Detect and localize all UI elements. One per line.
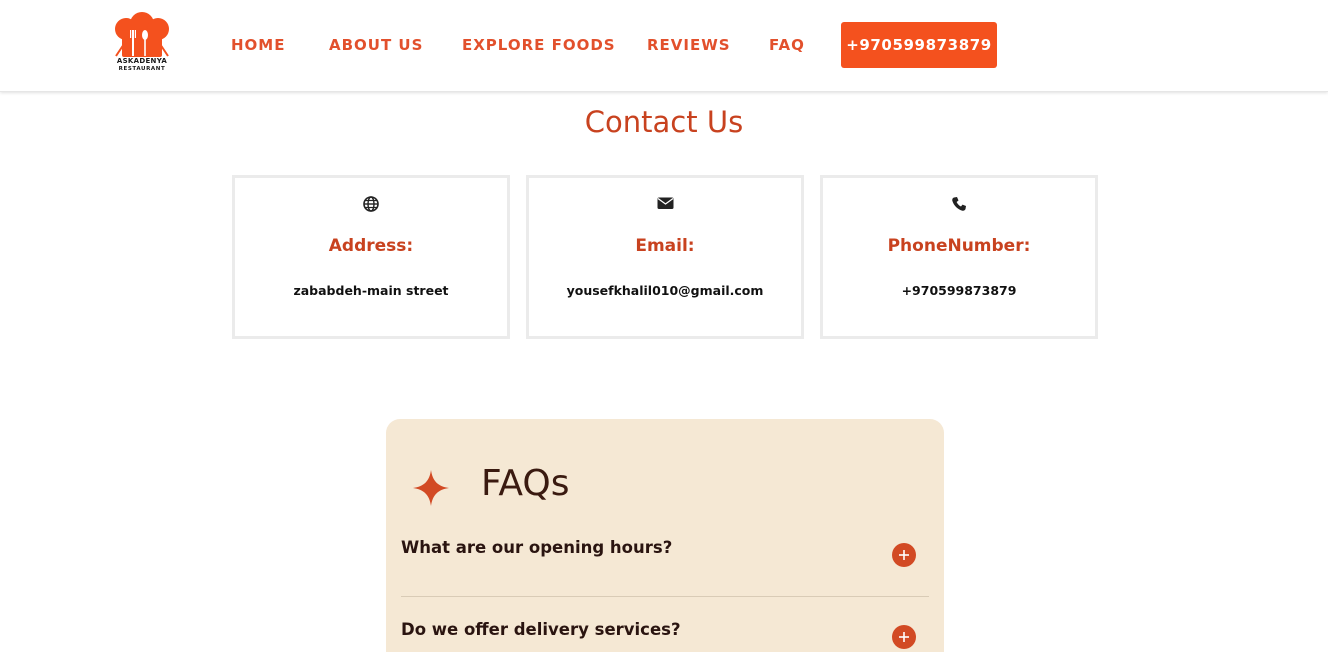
logo-name: ASKADENYA xyxy=(116,57,168,65)
faq-question[interactable]: Do we offer delivery services? xyxy=(401,620,681,639)
phone-icon xyxy=(952,197,966,211)
nav-about-us[interactable]: ABOUT US xyxy=(329,36,423,54)
address-heading: Address: xyxy=(328,236,414,256)
phone-call-button[interactable]: +970599873879 xyxy=(841,22,997,68)
nav-faq[interactable]: FAQ xyxy=(769,36,805,54)
faq-divider xyxy=(401,596,929,597)
chef-hat-icon xyxy=(115,12,169,57)
expand-plus-icon[interactable] xyxy=(892,625,916,649)
email-card: Email: yousefkhalil010@gmail.com xyxy=(526,175,804,339)
site-header: ASKADENYA RESTAURANT HOME ABOUT US EXPLO… xyxy=(0,0,1328,92)
email-heading: Email: xyxy=(635,236,695,256)
sparkle-star-icon xyxy=(413,470,449,506)
faq-panel: FAQs What are our opening hours? Do we o… xyxy=(386,419,944,652)
faq-title: FAQs xyxy=(481,463,570,504)
nav-explore-foods[interactable]: EXPLORE FOODS xyxy=(462,36,616,54)
nav-home[interactable]: HOME xyxy=(231,36,285,54)
envelope-icon xyxy=(657,197,673,209)
expand-plus-icon[interactable] xyxy=(892,543,916,567)
globe-icon xyxy=(363,196,379,212)
nav-reviews[interactable]: REVIEWS xyxy=(647,36,731,54)
address-value: zababdeh-main street xyxy=(293,283,449,298)
email-value[interactable]: yousefkhalil010@gmail.com xyxy=(529,283,801,298)
contact-title: Contact Us xyxy=(584,105,744,139)
faq-question[interactable]: What are our opening hours? xyxy=(401,538,672,557)
phone-heading: PhoneNumber: xyxy=(887,236,1031,256)
restaurant-logo[interactable]: ASKADENYA RESTAURANT xyxy=(112,12,172,74)
logo-subtitle: RESTAURANT xyxy=(118,66,166,72)
phone-card: PhoneNumber: +970599873879 xyxy=(820,175,1098,339)
address-card: Address: zababdeh-main street xyxy=(232,175,510,339)
phone-value[interactable]: +970599873879 xyxy=(823,283,1095,298)
